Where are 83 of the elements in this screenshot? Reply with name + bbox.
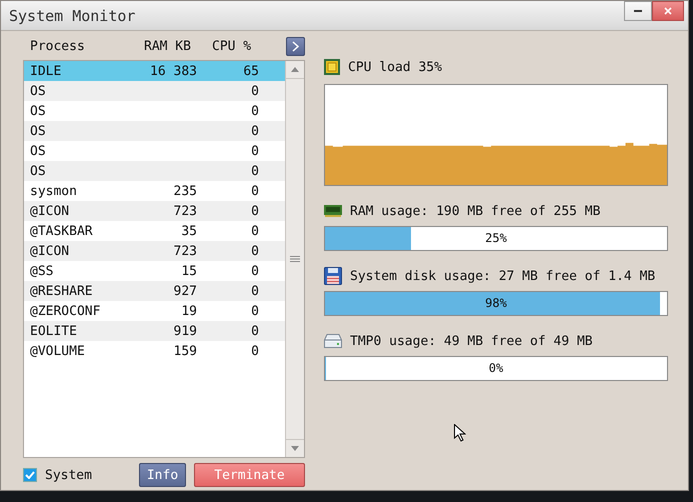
triangle-up-icon (291, 67, 299, 72)
process-name: @TASKBAR (30, 224, 94, 238)
process-row[interactable]: @TASKBAR 35 0 (24, 221, 285, 241)
ram-value: 235 (174, 184, 197, 198)
process-name: OS (30, 144, 47, 158)
process-row[interactable]: OS 0 (24, 81, 285, 101)
cpu-value: 0 (251, 144, 259, 158)
minimize-icon (634, 10, 642, 12)
process-name: @SS (30, 264, 54, 278)
ram-value: 35 (181, 224, 197, 238)
process-row[interactable]: OS 0 (24, 161, 285, 181)
usage-percent: 0% (488, 361, 504, 375)
column-header: CPU % (212, 38, 252, 54)
minimize-button[interactable] (624, 1, 652, 21)
process-row[interactable]: @RESHARE 927 0 (24, 281, 285, 301)
cpu-value: 0 (251, 184, 259, 198)
chip-icon (324, 59, 340, 75)
process-row[interactable]: @ZEROCONF 19 0 (24, 301, 285, 321)
process-name: @ICON (30, 204, 70, 218)
close-icon (664, 7, 672, 15)
process-row[interactable]: @VOLUME 159 0 (24, 341, 285, 361)
drive-icon (324, 334, 342, 348)
process-row[interactable]: @SS 15 0 (24, 261, 285, 281)
usage-percent: 98% (484, 296, 508, 310)
column-header: RAM KB (144, 38, 192, 54)
process-name: @ZEROCONF (30, 304, 102, 318)
process-name: OS (30, 164, 47, 178)
column-header: Process (29, 38, 86, 54)
cpu-value: 65 (243, 64, 259, 78)
process-row[interactable]: OS 0 (24, 121, 285, 141)
ram-value: 19 (181, 304, 197, 318)
cpu-value: 0 (251, 204, 259, 218)
process-row[interactable]: @ICON 723 0 (24, 201, 285, 221)
cpu-value: 0 (251, 304, 259, 318)
usage-percent: 25% (484, 231, 508, 245)
cpu-value: 0 (251, 244, 259, 258)
close-button[interactable] (652, 1, 684, 21)
cpu-value: 0 (251, 164, 259, 178)
process-name: OS (30, 104, 47, 118)
triangle-down-icon (291, 446, 299, 451)
cpu-value: 0 (251, 224, 259, 238)
memory-module-icon (324, 204, 342, 218)
process-name: IDLE (30, 64, 62, 78)
checkbox-label: System (45, 468, 92, 482)
cpu-value: 0 (251, 324, 259, 338)
process-row[interactable]: @ICON 723 0 (24, 241, 285, 261)
process-row[interactable]: OS 0 (24, 101, 285, 121)
ram-value: 16 383 (150, 64, 197, 78)
cpu-value: 0 (251, 104, 259, 118)
scrollbar[interactable] (285, 61, 304, 457)
ram-value: 919 (174, 324, 197, 338)
mouse-cursor-icon (454, 424, 466, 442)
chevron-right-icon (292, 40, 299, 52)
grip-icon (290, 256, 300, 262)
process-row[interactable]: sysmon 235 0 (24, 181, 285, 201)
process-name: @RESHARE (30, 284, 94, 298)
ram-value: 15 (181, 264, 197, 278)
ram-value: 723 (174, 204, 197, 218)
process-name: OS (30, 84, 47, 98)
cpu-value: 0 (251, 124, 259, 138)
process-name: @VOLUME (30, 344, 86, 358)
system-checkbox[interactable] (23, 468, 37, 482)
ram-value: 159 (174, 344, 197, 358)
info-button[interactable]: Info (139, 463, 186, 487)
process-name: OS (30, 124, 47, 138)
ram-value: 927 (174, 284, 197, 298)
usage-label: TMP0 usage: 49 MB free of 49 MB (350, 334, 593, 348)
cpu-value: 0 (251, 284, 259, 298)
cpu-value: 0 (251, 264, 259, 278)
process-row[interactable]: OS 0 (24, 141, 285, 161)
cpu-value: 0 (251, 84, 259, 98)
window-title: System Monitor (9, 6, 136, 24)
process-name: @ICON (30, 244, 70, 258)
usage-label: System disk usage: 27 MB free of 1.4 MB (350, 268, 656, 284)
process-name: sysmon (30, 184, 78, 198)
cpu-load-label: CPU load 35% (348, 60, 442, 74)
ram-value: 723 (174, 244, 197, 258)
expand-button[interactable] (286, 36, 305, 56)
usage-label: RAM usage: 190 MB free of 255 MB (350, 204, 600, 218)
process-name: EOLITE (30, 324, 78, 338)
process-row[interactable]: EOLITE 919 0 (24, 321, 285, 341)
process-row[interactable]: IDLE 16 383 65 (24, 61, 285, 81)
cpu-value: 0 (251, 344, 259, 358)
